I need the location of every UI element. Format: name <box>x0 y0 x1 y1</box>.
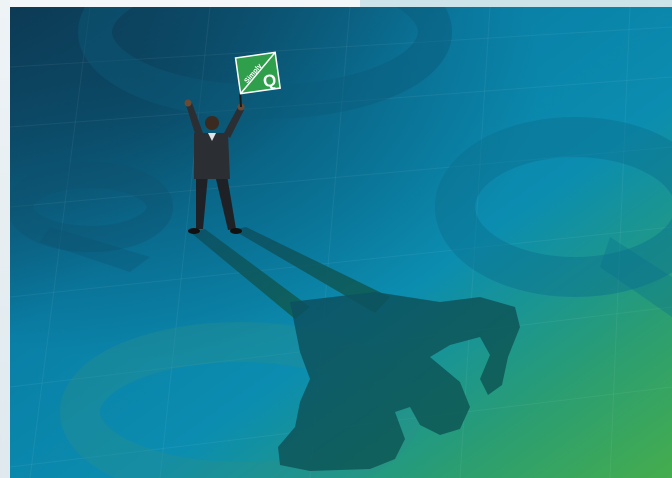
left-border <box>0 0 10 478</box>
hero-illustration: Simply Q <box>10 7 672 478</box>
top-border-teal <box>360 0 672 7</box>
flag-text-q: Q <box>262 71 278 92</box>
top-border-light <box>0 0 360 7</box>
